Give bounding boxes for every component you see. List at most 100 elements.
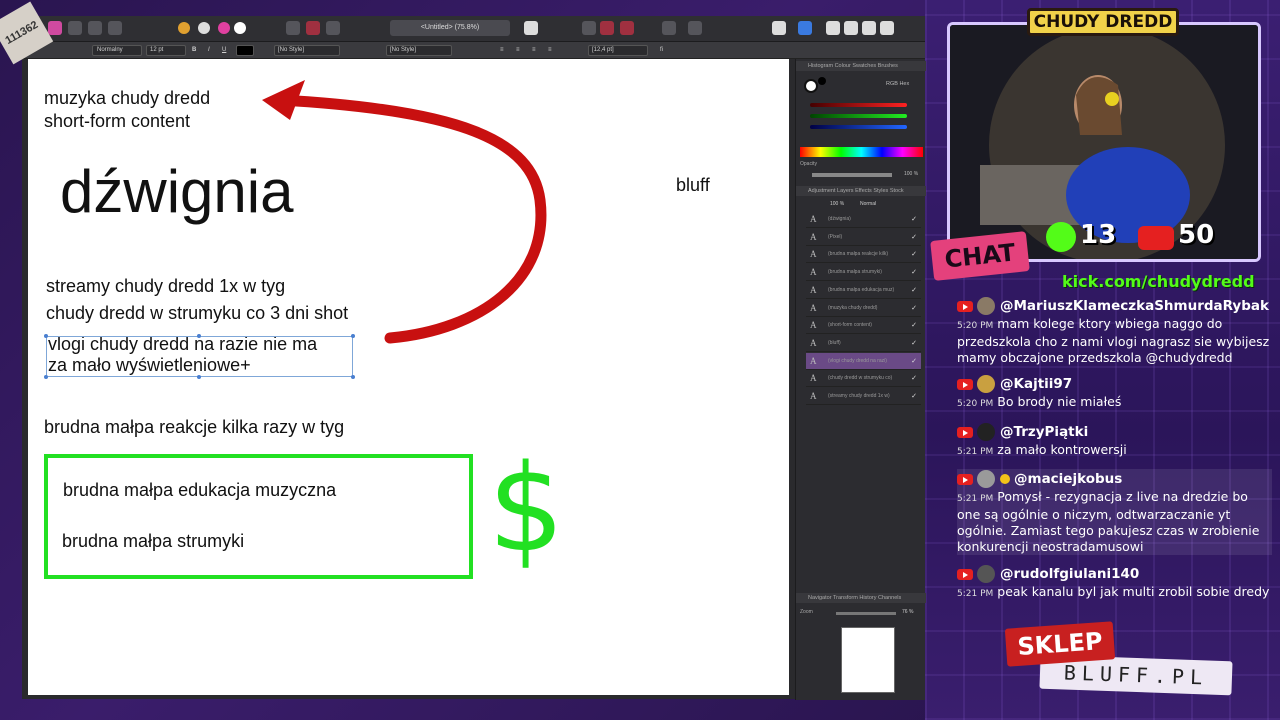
- navigator-panel-tabs[interactable]: Navigator Transform History Channels: [796, 593, 926, 603]
- fill-swatch[interactable]: [804, 79, 818, 93]
- grid-icon[interactable]: [326, 21, 340, 35]
- layer-row[interactable]: A (streamy chudy dredd 1x w) ✓: [806, 388, 921, 405]
- crop-icon[interactable]: [306, 21, 320, 35]
- text-muzyka[interactable]: muzyka chudy dredd: [44, 88, 210, 109]
- selection-handle[interactable]: [44, 334, 48, 338]
- chat-time: 5:21 PM: [957, 589, 994, 599]
- transform-icon[interactable]: [662, 21, 676, 35]
- persona-pixel-icon[interactable]: [68, 21, 82, 35]
- layer-row[interactable]: A (vlogi chudy dredd na razi) ✓: [806, 352, 921, 370]
- palette-icon[interactable]: [218, 22, 230, 34]
- red-slider[interactable]: [810, 103, 907, 107]
- boolean-icon[interactable]: [620, 21, 634, 35]
- zoom-value: 76 %: [902, 609, 914, 615]
- layer-row[interactable]: A (short-form content) ✓: [806, 317, 921, 335]
- color-panel-tabs[interactable]: Histogram Colour Swatches Brushes: [796, 61, 926, 71]
- layer-row[interactable]: A (brudna małpa reakcje kilk) ✓: [806, 246, 921, 264]
- zoom-slider[interactable]: [836, 612, 896, 615]
- green-slider[interactable]: [810, 114, 907, 118]
- snapping-icon[interactable]: [524, 21, 538, 35]
- chat-text: Pomysł - rezygnacja z live na dredzie bo…: [957, 489, 1260, 554]
- layer-opacity[interactable]: 100 %: [830, 201, 844, 207]
- selection-handle[interactable]: [44, 375, 48, 379]
- color-mode[interactable]: RGB Hex: [886, 81, 909, 87]
- navigator-preview[interactable]: [841, 627, 895, 693]
- layer-name: (bluff): [828, 339, 841, 346]
- layer-row[interactable]: A (dźwignia) ✓: [806, 211, 921, 228]
- para-style-select[interactable]: [No Style]: [386, 45, 452, 56]
- assistant-icon[interactable]: [826, 21, 840, 35]
- view-icon[interactable]: [798, 21, 812, 35]
- stroke-swatch[interactable]: [818, 77, 826, 85]
- visibility-check-icon[interactable]: ✓: [911, 246, 917, 263]
- youtube-icon: [1138, 226, 1174, 250]
- chat-time: 5:21 PM: [957, 494, 994, 504]
- persona-export-icon[interactable]: [88, 21, 102, 35]
- visibility-check-icon[interactable]: ✓: [911, 335, 917, 352]
- document-title[interactable]: <Untitled> (75.8%): [390, 20, 510, 36]
- blue-slider[interactable]: [810, 125, 907, 129]
- visibility-check-icon[interactable]: ✓: [911, 370, 917, 387]
- layer-name: (brudna małpa reakcje kilk): [828, 251, 889, 258]
- align-right-icon[interactable]: ≡: [532, 45, 536, 55]
- underline-icon[interactable]: U: [222, 45, 226, 55]
- visibility-check-icon[interactable]: ✓: [911, 388, 917, 405]
- arrange-icon[interactable]: [582, 21, 596, 35]
- selection-handle[interactable]: [197, 375, 201, 379]
- preferences-icon[interactable]: [844, 21, 858, 35]
- visibility-check-icon[interactable]: ✓: [911, 229, 917, 246]
- share-icon[interactable]: [108, 21, 122, 35]
- visibility-check-icon[interactable]: ✓: [911, 300, 917, 317]
- font-size-value: 12 pt: [150, 47, 164, 53]
- layer-row[interactable]: A (brudna małpa edukacja muz) ✓: [806, 282, 921, 299]
- selection-handle[interactable]: [197, 334, 201, 338]
- justify-icon[interactable]: ≡: [548, 45, 552, 55]
- visibility-check-icon[interactable]: ✓: [911, 264, 917, 281]
- layer-row[interactable]: A (muzyka chudy dredd) ✓: [806, 300, 921, 317]
- studio-icon[interactable]: [862, 21, 876, 35]
- selection-handle[interactable]: [351, 375, 355, 379]
- spectrum-bar[interactable]: [800, 147, 923, 157]
- frame-icon[interactable]: [286, 21, 300, 35]
- visibility-check-icon[interactable]: ✓: [911, 211, 917, 228]
- text-strumyki[interactable]: brudna małpa strumyki: [62, 531, 244, 552]
- align-left-icon[interactable]: ≡: [500, 45, 504, 55]
- font-size-select[interactable]: 12 pt: [146, 45, 186, 56]
- help-icon[interactable]: [880, 21, 894, 35]
- text-bluff[interactable]: bluff: [676, 175, 710, 196]
- color-tool-icon[interactable]: [178, 22, 190, 34]
- bold-icon[interactable]: B: [192, 45, 196, 55]
- white-dot-icon[interactable]: [234, 22, 246, 34]
- visibility-check-icon[interactable]: ✓: [911, 282, 917, 299]
- insert-icon[interactable]: [688, 21, 702, 35]
- youtube-viewers: 50: [1178, 220, 1215, 250]
- italic-icon[interactable]: I: [208, 45, 210, 55]
- char-style-select[interactable]: [No Style]: [274, 45, 340, 56]
- contrast-icon[interactable]: [198, 22, 210, 34]
- chat-username: @rudolfgiulani140: [1000, 566, 1140, 582]
- align-center-icon[interactable]: ≡: [516, 45, 520, 55]
- blend-mode[interactable]: Normal: [860, 201, 876, 207]
- persona-designer-icon[interactable]: [48, 21, 62, 35]
- align-icon[interactable]: [600, 21, 614, 35]
- leading-select[interactable]: [12,4 pt]: [588, 45, 648, 56]
- text-edukacja[interactable]: brudna małpa edukacja muzyczna: [63, 480, 336, 501]
- font-style-select[interactable]: Normalny: [92, 45, 142, 56]
- layer-row[interactable]: A (Pixel) ✓: [806, 229, 921, 246]
- layer-row[interactable]: A (chudy dredd w strumyku co) ✓: [806, 370, 921, 388]
- text-icon[interactable]: [772, 21, 786, 35]
- chat-text: mam kolege ktory wbiega naggo do przedsz…: [957, 316, 1270, 365]
- layers-panel-tabs[interactable]: Adjustment Layers Effects Styles Stock: [796, 186, 926, 196]
- opacity-slider[interactable]: [812, 173, 892, 177]
- layer-row[interactable]: A (bluff) ✓: [806, 335, 921, 352]
- layer-row[interactable]: A (brudna małpa strumyki) ✓: [806, 264, 921, 282]
- visibility-check-icon[interactable]: ✓: [911, 353, 917, 370]
- green-frame[interactable]: [44, 454, 473, 579]
- fi-ligature-icon[interactable]: fi: [660, 45, 663, 55]
- zoom-label: Zoom: [800, 609, 813, 615]
- visibility-check-icon[interactable]: ✓: [911, 317, 917, 334]
- text-short-form[interactable]: short-form content: [44, 111, 190, 132]
- kick-url: kick.com/chudydredd: [1062, 272, 1255, 291]
- text-color-swatch[interactable]: [236, 45, 254, 56]
- text-brudna-reakcje[interactable]: brudna małpa reakcje kilka razy w tyg: [44, 417, 344, 438]
